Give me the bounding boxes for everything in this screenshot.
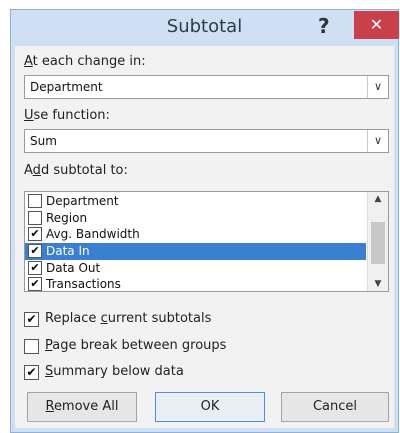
list-item-avg-bandwidth[interactable]: ✔ Avg. Bandwidth: [25, 226, 366, 243]
chevron-down-icon[interactable]: ▼: [368, 279, 388, 289]
checkbox[interactable]: ✔: [28, 277, 42, 291]
chevron-down-icon[interactable]: ∨: [367, 76, 388, 98]
dialog-title: Subtotal: [166, 16, 243, 37]
function-value: Sum: [30, 134, 57, 148]
checkbox[interactable]: ✔: [28, 227, 42, 241]
checkbox[interactable]: ✔: [24, 312, 39, 327]
list-item-data-out[interactable]: ✔ Data Out: [25, 260, 366, 277]
group-by-label: At each change in:: [24, 54, 146, 69]
list-item-label: Department: [46, 194, 119, 208]
group-by-value: Department: [30, 80, 103, 94]
ok-button[interactable]: OK: [155, 392, 265, 422]
group-by-select[interactable]: Department ∨: [24, 75, 389, 99]
list-item-transactions[interactable]: ✔ Transactions: [25, 276, 366, 291]
list-item-label: Avg. Bandwidth: [46, 227, 140, 241]
option-label: Summary below data: [45, 364, 184, 379]
list-item-label: Data Out: [46, 261, 101, 275]
checkbox[interactable]: ✔: [28, 244, 42, 258]
list-item-label: Region: [46, 211, 88, 225]
chevron-up-icon[interactable]: ▲: [368, 194, 388, 204]
option-label: Replace current subtotals: [45, 311, 212, 326]
function-select[interactable]: Sum ∨: [24, 129, 389, 153]
list-scrollbar[interactable]: ▲ ▼: [367, 192, 388, 291]
close-button[interactable]: ✕: [354, 11, 399, 39]
help-button[interactable]: ?: [318, 14, 330, 38]
add-subtotal-label: Add subtotal to:: [24, 163, 128, 178]
checkbox[interactable]: ✔: [24, 365, 39, 380]
cancel-button[interactable]: Cancel: [281, 392, 389, 422]
checkbox[interactable]: [28, 211, 42, 225]
title-bar: Subtotal ? ✕: [11, 10, 399, 46]
remove-all-button[interactable]: Remove All: [27, 392, 137, 422]
scrollbar-thumb[interactable]: [371, 222, 385, 264]
list-item-data-in[interactable]: ✔ Data In: [25, 243, 366, 260]
subtotal-columns-list[interactable]: Department Region ✔ Avg. Bandwidth ✔ Dat…: [24, 191, 389, 292]
list-item-label: Data In: [46, 244, 90, 258]
dialog-body: At each change in: Department ∨ Use func…: [15, 46, 394, 428]
function-label: Use function:: [24, 108, 110, 123]
checkbox[interactable]: [24, 339, 39, 354]
chevron-down-icon[interactable]: ∨: [367, 130, 388, 152]
list-item-label: Transactions: [46, 277, 121, 291]
list-item-department[interactable]: Department: [25, 193, 366, 210]
list-item-region[interactable]: Region: [25, 210, 366, 227]
checkbox[interactable]: ✔: [28, 261, 42, 275]
option-label: Page break between groups: [45, 338, 227, 353]
window-backdrop: Subtotal ? ✕ At each change in: Departme…: [0, 0, 400, 433]
subtotal-dialog: Subtotal ? ✕ At each change in: Departme…: [10, 9, 399, 433]
checkbox[interactable]: [28, 194, 42, 208]
